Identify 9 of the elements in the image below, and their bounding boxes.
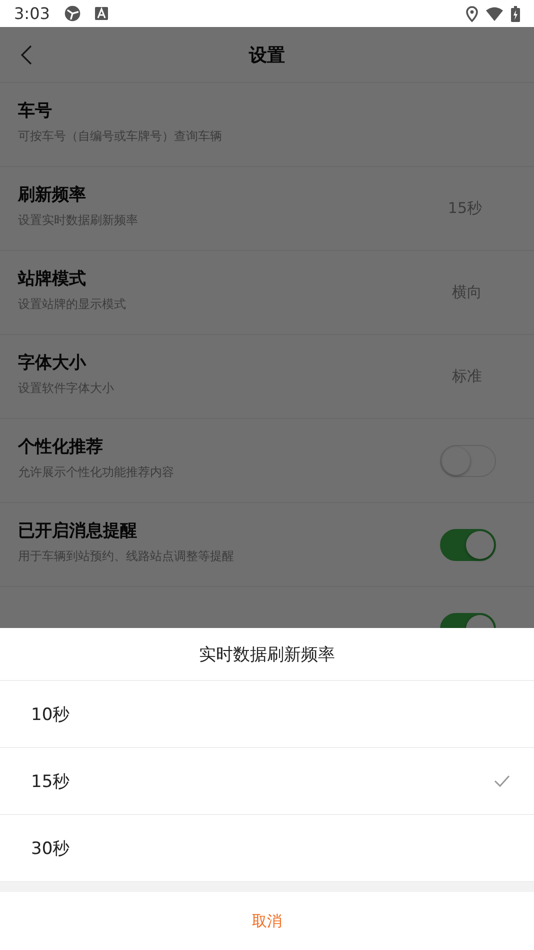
setting-title: 刷新频率: [18, 184, 87, 206]
setting-title: 个性化推荐: [18, 436, 104, 458]
setting-title: 站牌模式: [18, 268, 87, 290]
page-title: 设置: [249, 44, 285, 66]
setting-title: 车号: [18, 100, 53, 122]
status-time: 3:03: [14, 4, 50, 23]
sheet-title: 实时数据刷新频率: [0, 628, 534, 681]
setting-title: 已开启消息提醒: [18, 520, 138, 542]
setting-title: 字体大小: [18, 352, 88, 374]
